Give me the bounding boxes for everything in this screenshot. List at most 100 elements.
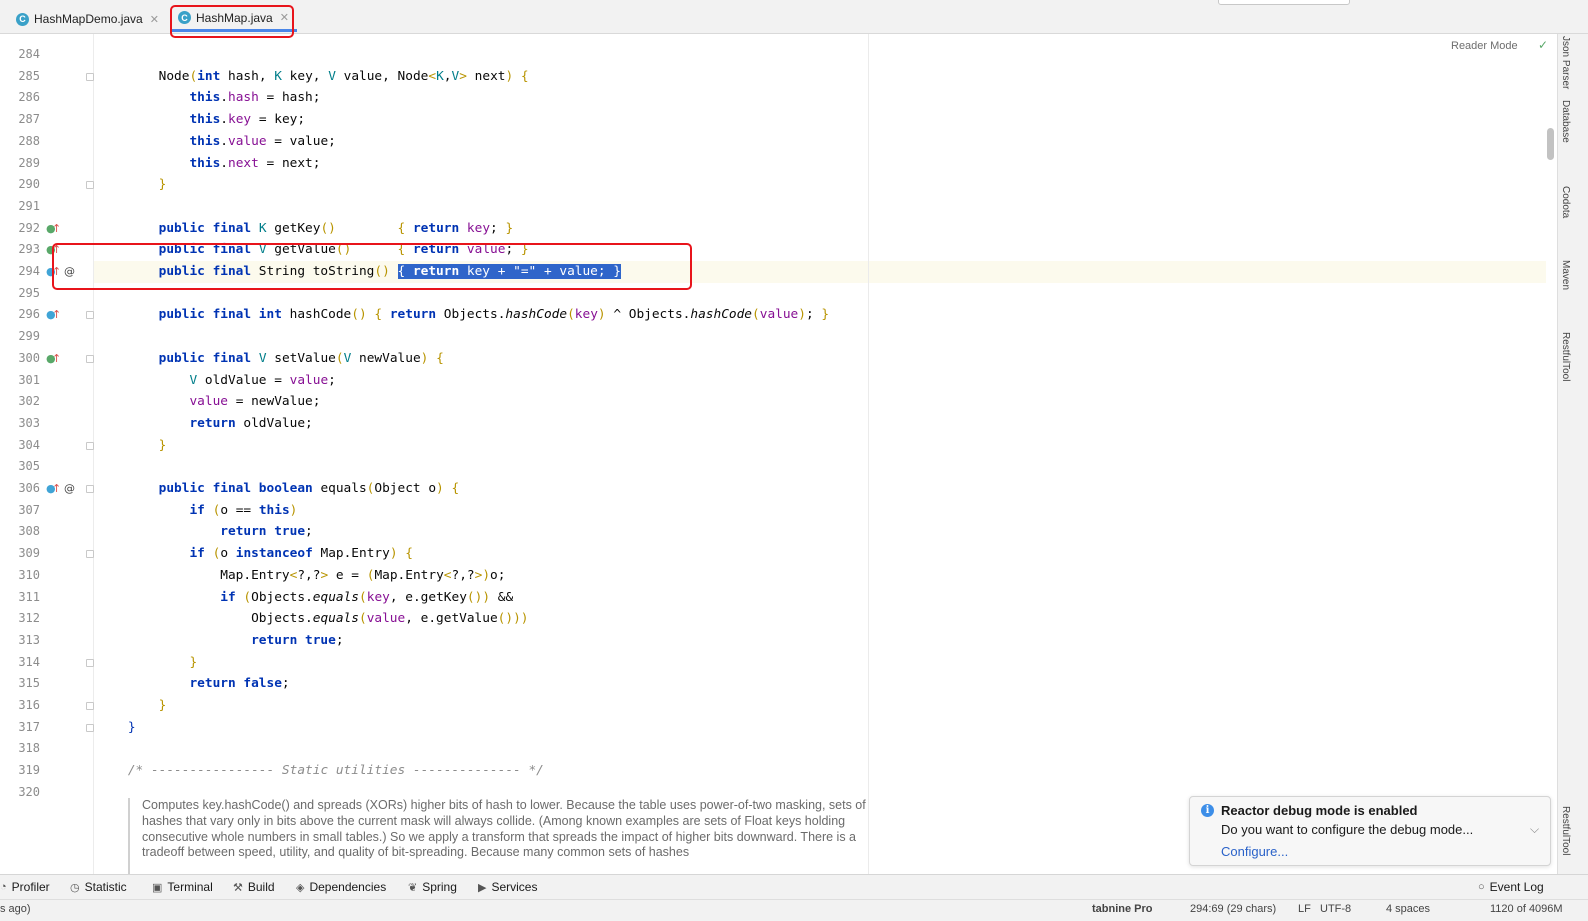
tool-label: Spring xyxy=(422,880,457,894)
vertical-scrollbar[interactable] xyxy=(1547,128,1554,160)
code-line[interactable]: return true; xyxy=(94,630,1546,652)
code-line[interactable]: } xyxy=(94,174,1546,196)
tool-codota[interactable]: Codota xyxy=(1560,186,1571,218)
tool-statistic[interactable]: ◷ Statistic xyxy=(70,880,127,894)
code-line[interactable]: Map.Entry<?,?> e = (Map.Entry<?,?>)o; xyxy=(94,565,1546,587)
code-line[interactable] xyxy=(94,196,1546,218)
inspection-ok-icon[interactable]: ✓ xyxy=(1538,38,1548,52)
override-arrow-icon[interactable]: ↑ xyxy=(52,261,61,283)
code-text: } xyxy=(127,719,136,735)
fold-marker-icon[interactable] xyxy=(86,354,94,363)
close-icon[interactable]: ✕ xyxy=(150,13,159,26)
fold-marker-icon[interactable] xyxy=(86,658,94,667)
annotation-icon[interactable]: @ xyxy=(64,478,75,500)
code-line[interactable]: return false; xyxy=(94,673,1546,695)
override-arrow-icon[interactable]: ↑ xyxy=(52,348,61,370)
code-line[interactable]: public final V getValue() { return value… xyxy=(94,239,1546,261)
line-number: 318 xyxy=(18,741,40,756)
memory-indicator[interactable]: 1120 of 4096M xyxy=(1490,903,1563,915)
code-line[interactable]: this.hash = hash; xyxy=(94,87,1546,109)
code-line[interactable]: } xyxy=(94,717,1546,739)
code-line[interactable]: V oldValue = value; xyxy=(94,370,1546,392)
code-line[interactable]: value = newValue; xyxy=(94,391,1546,413)
code-editor[interactable]: Node(int hash, K key, V value, Node<K,V>… xyxy=(94,34,1546,874)
tool-json-parser[interactable]: Json Parser xyxy=(1560,36,1571,89)
fold-marker-icon[interactable] xyxy=(86,441,94,450)
tool-notifications[interactable]: RestfulTool xyxy=(1560,806,1571,866)
tool-database[interactable]: Database xyxy=(1560,100,1571,143)
code-line[interactable]: public final V setValue(V newValue) { xyxy=(94,348,1546,370)
fold-marker-icon[interactable] xyxy=(86,485,94,493)
code-line[interactable]: return oldValue; xyxy=(94,413,1546,435)
fold-marker-icon[interactable] xyxy=(86,723,94,732)
code-line[interactable]: return true; xyxy=(94,521,1546,543)
fold-marker-icon[interactable] xyxy=(86,181,94,190)
fold-marker-icon[interactable] xyxy=(86,311,94,320)
tab-hashmap[interactable]: C HashMap.java ✕ xyxy=(170,6,297,32)
code-line[interactable]: if (o == this) xyxy=(94,500,1546,522)
notification-balloon: i Reactor debug mode is enabled Do you w… xyxy=(1189,796,1551,866)
override-arrow-icon[interactable]: ↑ xyxy=(52,478,61,500)
tab-hashmapdemo[interactable]: C HashMapDemo.java ✕ xyxy=(8,6,167,32)
code-line[interactable]: } xyxy=(94,652,1546,674)
tool-build[interactable]: ⚒ Build xyxy=(233,880,275,894)
annotation-icon[interactable]: @ xyxy=(64,261,75,283)
search-field[interactable] xyxy=(1218,0,1350,5)
code-line[interactable] xyxy=(94,283,1546,305)
code-line[interactable] xyxy=(94,456,1546,478)
code-line[interactable]: } xyxy=(94,695,1546,717)
code-line[interactable]: public final boolean equals(Object o) { xyxy=(94,478,1546,500)
override-arrow-icon[interactable]: ↑ xyxy=(52,218,61,240)
line-number: 316 xyxy=(18,698,40,712)
tool-maven[interactable]: Maven xyxy=(1560,260,1571,290)
line-number: 319 xyxy=(18,763,40,778)
code-line[interactable]: if (o instanceof Map.Entry) { xyxy=(94,543,1546,565)
code-line[interactable] xyxy=(94,326,1546,348)
code-line[interactable]: this.value = value; xyxy=(94,131,1546,153)
code-line[interactable]: if (Objects.equals(key, e.getKey()) && xyxy=(94,587,1546,609)
code-text: public final K getKey() { return key; } xyxy=(158,220,514,236)
tool-event-log[interactable]: ○ Event Log xyxy=(1478,880,1544,894)
fold-marker-icon[interactable] xyxy=(86,550,94,559)
code-line[interactable]: public final String toString() { return … xyxy=(94,261,1546,283)
code-line[interactable]: public final K getKey() { return key; } xyxy=(94,218,1546,240)
fold-marker-icon[interactable] xyxy=(86,72,94,81)
line-number: 311 xyxy=(18,589,40,604)
code-line[interactable] xyxy=(94,44,1546,66)
code-line[interactable]: this.next = next; xyxy=(94,153,1546,175)
line-separator[interactable]: LF xyxy=(1298,903,1311,915)
tool-services[interactable]: ▶ Services xyxy=(478,880,537,894)
override-arrow-icon[interactable]: ↑ xyxy=(52,239,61,261)
tool-dependencies[interactable]: ◈ Dependencies xyxy=(296,880,386,894)
line-number: 293 xyxy=(18,242,40,257)
code-line[interactable]: Objects.equals(value, e.getValue())) xyxy=(94,608,1546,630)
code-text: this.next = next; xyxy=(189,155,321,171)
tool-spring[interactable]: ❦ Spring xyxy=(408,880,457,894)
tool-profiler[interactable]: ◔ Profiler xyxy=(0,880,50,894)
code-line[interactable]: } xyxy=(94,435,1546,457)
tool-terminal[interactable]: ▣ Terminal xyxy=(152,880,213,894)
code-text: public final V setValue(V newValue) { xyxy=(158,350,444,366)
code-line[interactable] xyxy=(94,738,1546,760)
tabnine-status[interactable]: tabnine Pro xyxy=(1092,903,1153,915)
code-line[interactable]: this.key = key; xyxy=(94,109,1546,131)
line-number: 314 xyxy=(18,654,40,669)
reader-mode-button[interactable]: Reader Mode xyxy=(1451,40,1518,52)
chevron-down-icon[interactable]: ⌵ xyxy=(1530,822,1539,837)
override-arrow-icon[interactable]: ↑ xyxy=(52,304,61,326)
code-line[interactable]: public final int hashCode() { return Obj… xyxy=(94,304,1546,326)
code-line[interactable]: /* ---------------- Static utilities ---… xyxy=(94,760,1546,782)
configure-link[interactable]: Configure... xyxy=(1221,844,1288,859)
code-line[interactable]: Node(int hash, K key, V value, Node<K,V>… xyxy=(94,66,1546,88)
tool-restfultool[interactable]: RestfulTool xyxy=(1560,332,1571,404)
notification-message: Do you want to configure the debug mode.… xyxy=(1221,822,1474,837)
tool-label: Profiler xyxy=(11,880,50,894)
close-icon[interactable]: ✕ xyxy=(280,11,289,24)
fold-marker-icon[interactable] xyxy=(86,702,94,710)
indent-setting[interactable]: 4 spaces xyxy=(1386,903,1430,915)
file-encoding[interactable]: UTF-8 xyxy=(1320,903,1351,915)
caret-position[interactable]: 294:69 (29 chars) xyxy=(1190,903,1276,915)
